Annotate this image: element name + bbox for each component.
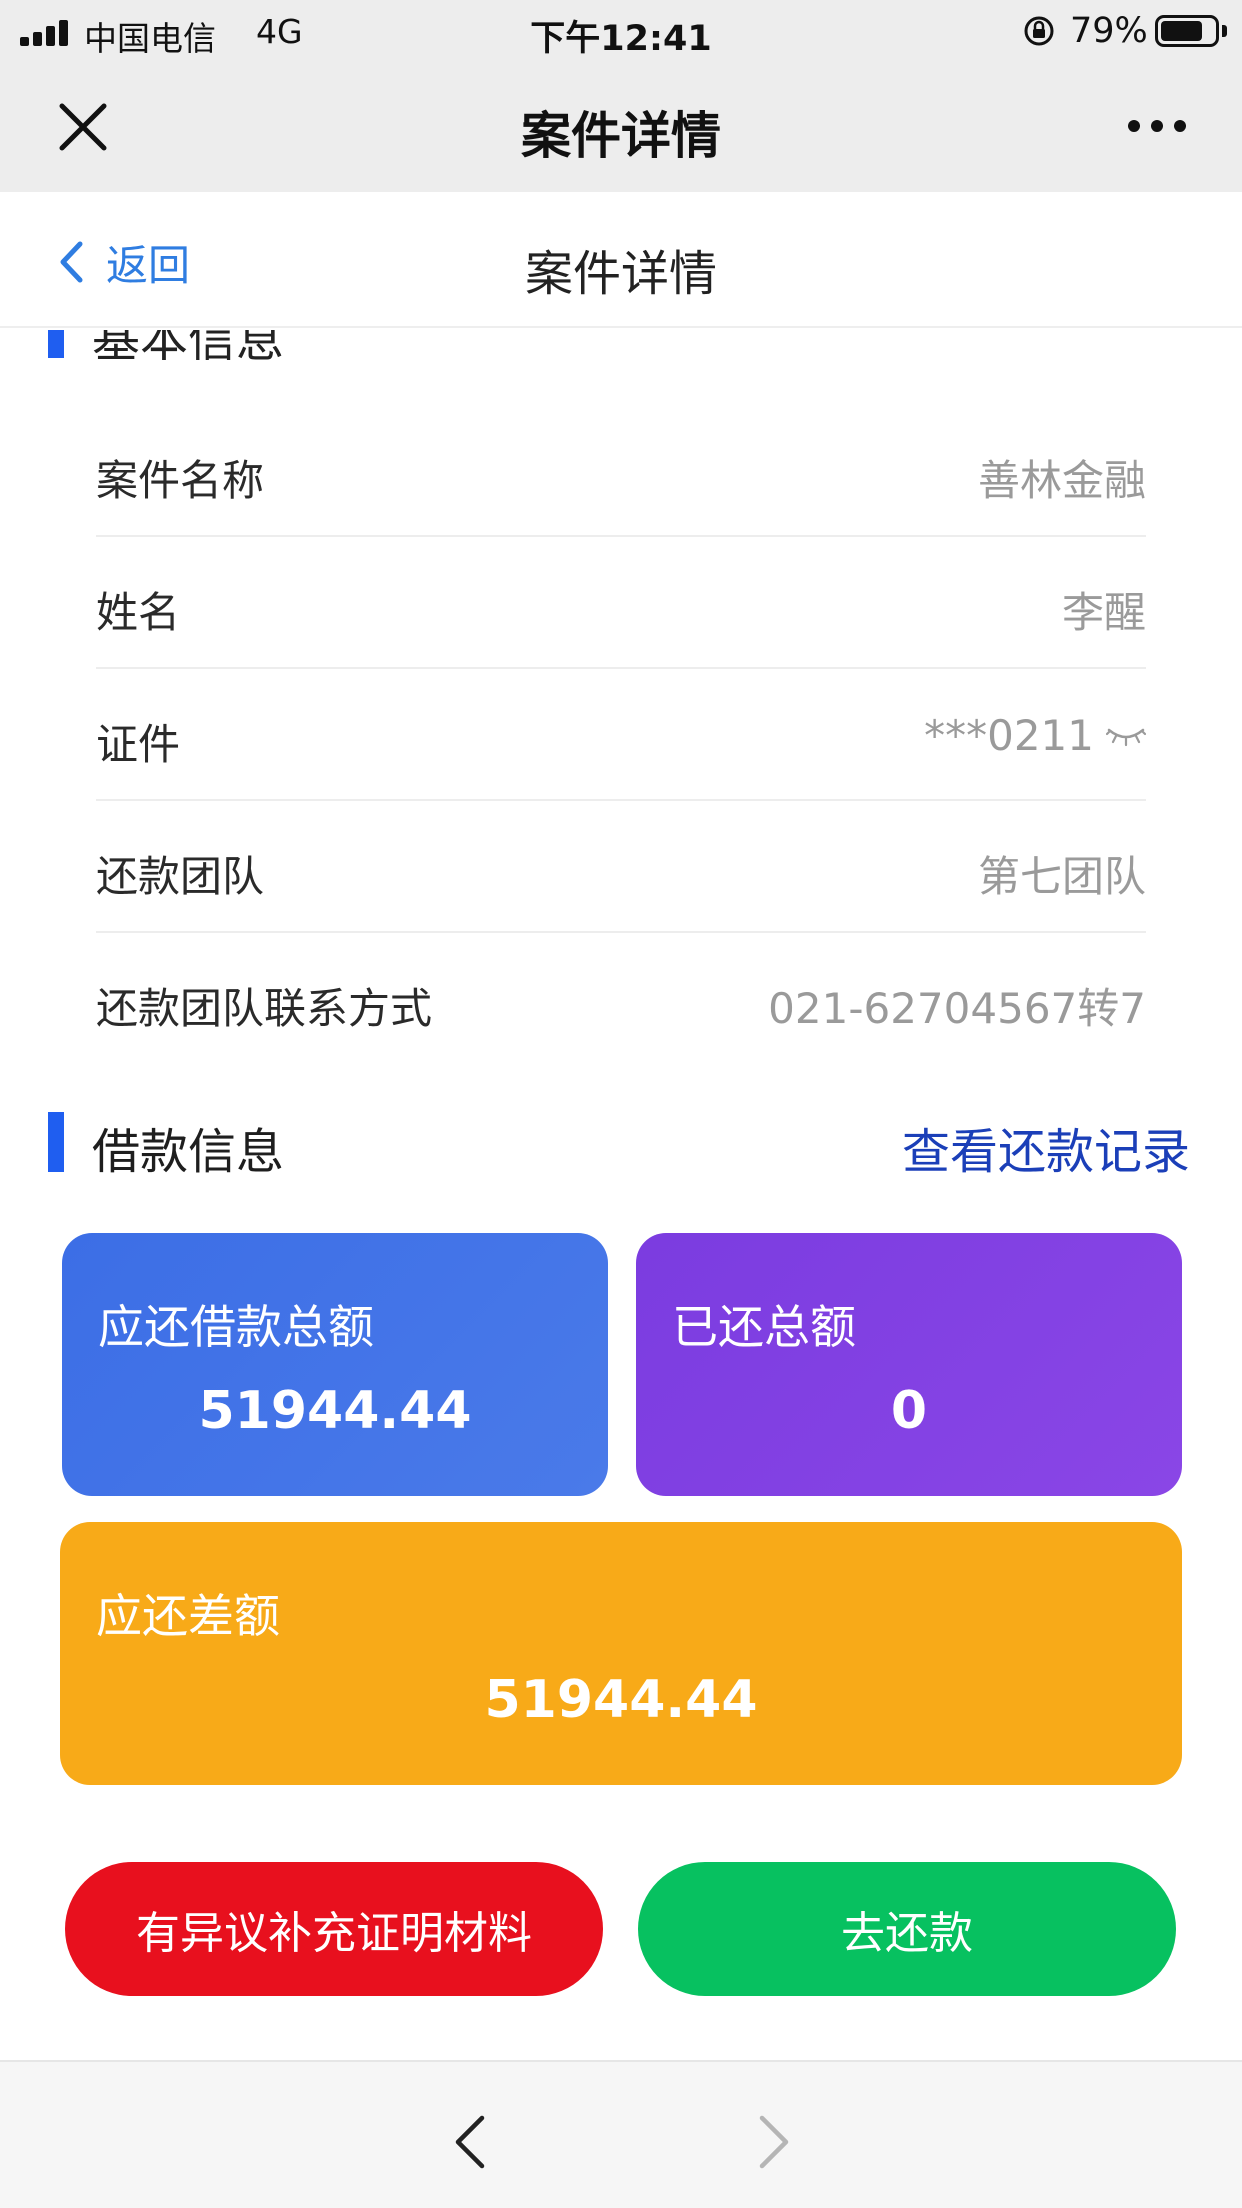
total-paid-card: 已还总额 0 <box>636 1233 1182 1496</box>
total-due-card: 应还借款总额 51944.44 <box>62 1233 608 1496</box>
team-value: 第七团队 <box>977 852 1146 901</box>
total-due-label: 应还借款总额 <box>98 1300 374 1354</box>
info-row-case-name: 案件名称 善林金融 <box>96 405 1146 537</box>
battery-cap <box>1222 25 1227 37</box>
id-value: ***0211 <box>924 711 1094 760</box>
total-due-value: 51944.44 <box>198 1381 472 1441</box>
info-row-team-contact: 还款团队联系方式 021-62704567转7 <box>96 933 1146 1065</box>
info-row-name: 姓名 李醒 <box>96 537 1146 669</box>
battery-percent: 79% <box>1070 11 1148 51</box>
wechat-nav-bar: 案件详情 <box>0 60 1242 192</box>
rotation-lock-icon <box>1024 16 1054 46</box>
info-label: 案件名称 <box>96 456 265 505</box>
total-paid-label: 已还总额 <box>672 1300 856 1354</box>
info-row-team: 还款团队 第七团队 <box>96 801 1146 933</box>
balance-due-label: 应还差额 <box>96 1589 280 1643</box>
case-name-value: 善林金融 <box>977 456 1146 505</box>
basic-info-title-clip: 基本信息 <box>0 330 1242 360</box>
total-paid-value: 0 <box>890 1381 928 1441</box>
info-value: 李醒 <box>1062 579 1146 640</box>
chevron-right-icon[interactable] <box>756 2114 792 2170</box>
chevron-left-icon[interactable] <box>452 2114 488 2170</box>
loan-info-title: 借款信息 <box>92 1124 285 1180</box>
page-header: 返回 案件详情 <box>0 192 1242 328</box>
basic-info-title: 基本信息 <box>92 330 285 360</box>
view-repayment-record-link[interactable]: 查看还款记录 <box>902 1112 1190 1182</box>
info-value: ***0211 <box>924 711 1146 760</box>
info-row-id: 证件 ***0211 <box>96 669 1146 801</box>
more-dots-icon[interactable] <box>1128 116 1188 136</box>
info-value[interactable]: 021-62704567转7 <box>768 975 1146 1036</box>
name-value: 李醒 <box>1061 588 1146 637</box>
browser-toolbar <box>0 2060 1242 2208</box>
balance-due-value: 51944.44 <box>484 1670 758 1730</box>
status-bar: 中国电信 4G 下午12:41 79% <box>0 0 1242 60</box>
team-contact-value[interactable]: 021-62704567转7 <box>768 975 1146 1036</box>
balance-due-card: 应还差额 51944.44 <box>60 1522 1182 1785</box>
info-value: 善林金融 <box>978 447 1146 508</box>
info-label: 还款团队 <box>96 852 265 901</box>
go-repay-button[interactable]: 去还款 <box>638 1862 1176 1996</box>
section-marker <box>48 1112 64 1172</box>
dispute-upload-button[interactable]: 有异议补充证明材料 <box>65 1862 603 1996</box>
wechat-title: 案件详情 <box>521 107 721 165</box>
info-label: 还款团队联系方式 <box>96 984 433 1033</box>
info-label: 姓名 <box>96 588 181 637</box>
eye-closed-icon[interactable] <box>1106 724 1146 748</box>
info-label: 证件 <box>96 720 181 769</box>
info-value: 第七团队 <box>978 843 1146 904</box>
battery-icon <box>1155 15 1219 47</box>
page-title: 案件详情 <box>524 246 717 302</box>
